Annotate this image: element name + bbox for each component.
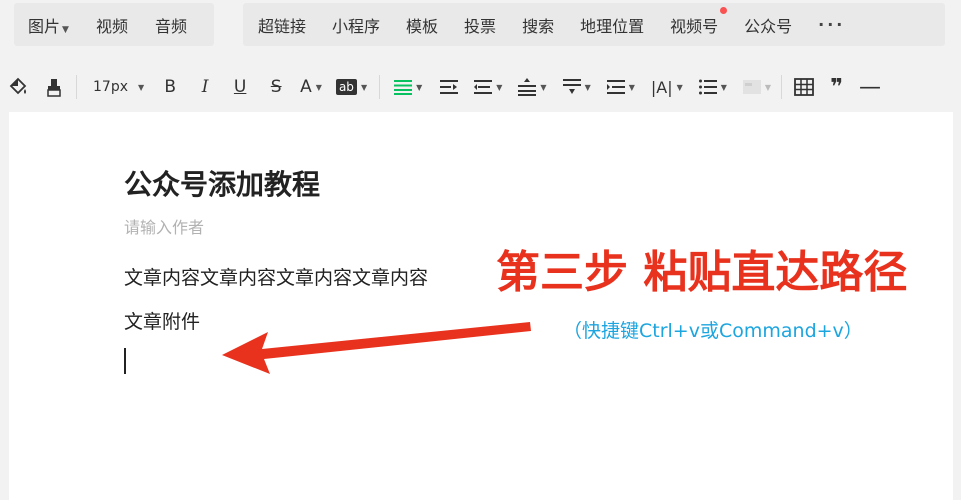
tab-channels-label: 视频号 <box>670 16 719 36</box>
format-paint-icon[interactable] <box>6 72 30 102</box>
chevron-down-icon: ▼ <box>416 82 423 92</box>
author-input[interactable]: 请输入作者 <box>124 214 204 238</box>
chevron-down-icon: ▼ <box>540 82 547 92</box>
chevron-down-icon: ▼ <box>720 82 727 92</box>
list-spacing-icon[interactable]: ▼ <box>606 72 635 102</box>
more-icon[interactable]: ··· <box>818 15 845 34</box>
highlight-glyph: ab <box>335 79 357 95</box>
tab-hyperlink-label: 超链接 <box>258 16 307 36</box>
table-style-icon[interactable]: ▼ <box>742 72 772 102</box>
format-toolbar: 17px ▼ B I U S A ▼ ab ▼ ▼ ▼ ▼ ▼ ▼ |A| ▼ ▼ ▼ … <box>0 62 961 112</box>
article-title[interactable]: 公众号添加教程 <box>124 163 320 203</box>
tab-video[interactable]: 视频 <box>96 13 128 37</box>
font-size-select[interactable]: 17px ▼ <box>93 72 144 102</box>
quote-icon[interactable]: ❞ <box>830 72 843 102</box>
tab-location-label: 地理位置 <box>580 16 645 36</box>
chevron-down-icon: ▼ <box>360 82 368 92</box>
background-color-icon[interactable]: ab ▼ <box>335 72 368 102</box>
tab-location[interactable]: 地理位置 <box>580 13 644 37</box>
tab-mini-program-label: 小程序 <box>332 16 381 36</box>
underline-icon[interactable]: U <box>230 72 250 102</box>
chevron-down-icon: ▼ <box>138 82 145 92</box>
tab-vote-label: 投票 <box>464 16 497 36</box>
tab-audio[interactable]: 音频 <box>155 13 187 37</box>
chevron-down-icon: ▼ <box>676 82 683 92</box>
tab-hyperlink[interactable]: 超链接 <box>258 13 306 37</box>
paragraph-spacing-icon[interactable]: ▼ <box>562 72 591 102</box>
letter-spacing-icon[interactable]: |A| ▼ <box>651 72 683 102</box>
italic-icon[interactable]: I <box>196 72 214 102</box>
strikethrough-icon[interactable]: S <box>266 72 286 102</box>
format-brush-icon[interactable] <box>42 72 66 102</box>
font-size-value: 17px <box>93 79 128 95</box>
tab-vote[interactable]: 投票 <box>464 13 496 37</box>
tab-search[interactable]: 搜索 <box>522 13 554 37</box>
bold-icon[interactable]: B <box>160 72 180 102</box>
tab-search-label: 搜索 <box>522 16 555 36</box>
insert-tab-bar: 图片 ▼ 视频 音频 超链接 小程序 模板 投票 搜索 地理位置 视频号 公众号 … <box>0 0 961 56</box>
tab-video-label: 视频 <box>95 16 128 36</box>
tab-official-account-label: 公众号 <box>744 16 793 36</box>
align-icon[interactable]: ▼ <box>394 72 422 102</box>
tab-mini-program[interactable]: 小程序 <box>332 13 380 37</box>
tab-audio-label: 音频 <box>154 16 187 36</box>
toolbar-divider <box>379 75 381 99</box>
chevron-down-icon: ▼ <box>584 82 591 92</box>
indent-icon[interactable] <box>440 72 459 102</box>
line-height-icon[interactable]: ▼ <box>518 72 547 102</box>
table-icon[interactable] <box>794 72 814 102</box>
insert-tab-group: 超链接 小程序 模板 投票 搜索 地理位置 视频号 公众号 ··· <box>243 3 945 46</box>
font-color-icon[interactable]: A ▼ <box>300 72 322 102</box>
tab-image[interactable]: 图片 ▼ <box>28 13 69 37</box>
tab-image-label: 图片 <box>28 16 61 36</box>
body-paragraph[interactable]: 文章内容文章内容文章内容文章内容 <box>124 263 428 290</box>
media-tab-group: 图片 ▼ 视频 音频 <box>14 3 214 46</box>
notification-dot <box>720 6 728 14</box>
annotation-step-text: 第三步 粘贴直达路径 <box>496 247 908 298</box>
font-color-glyph: A <box>300 77 312 97</box>
tab-official-account[interactable]: 公众号 <box>744 13 792 37</box>
chevron-down-icon: ▼ <box>628 82 635 92</box>
annotation-shortcut-text: （快捷键Ctrl+v或Command+v） <box>563 320 863 342</box>
toolbar-divider <box>76 75 77 99</box>
chevron-down-icon: ▼ <box>62 24 69 35</box>
chevron-down-icon: ▼ <box>764 82 772 92</box>
body-paragraph[interactable]: 文章附件 <box>124 307 200 334</box>
chevron-down-icon: ▼ <box>315 82 322 92</box>
tab-template-label: 模板 <box>406 16 439 36</box>
bullet-list-icon[interactable]: ▼ <box>698 72 727 102</box>
chevron-down-icon: ▼ <box>496 82 503 92</box>
outdent-icon[interactable]: ▼ <box>474 72 502 102</box>
tab-channels[interactable]: 视频号 <box>670 6 728 37</box>
divider-icon[interactable]: — <box>859 72 881 102</box>
tab-template[interactable]: 模板 <box>406 13 438 37</box>
toolbar-divider <box>781 75 783 99</box>
text-cursor <box>124 348 126 374</box>
